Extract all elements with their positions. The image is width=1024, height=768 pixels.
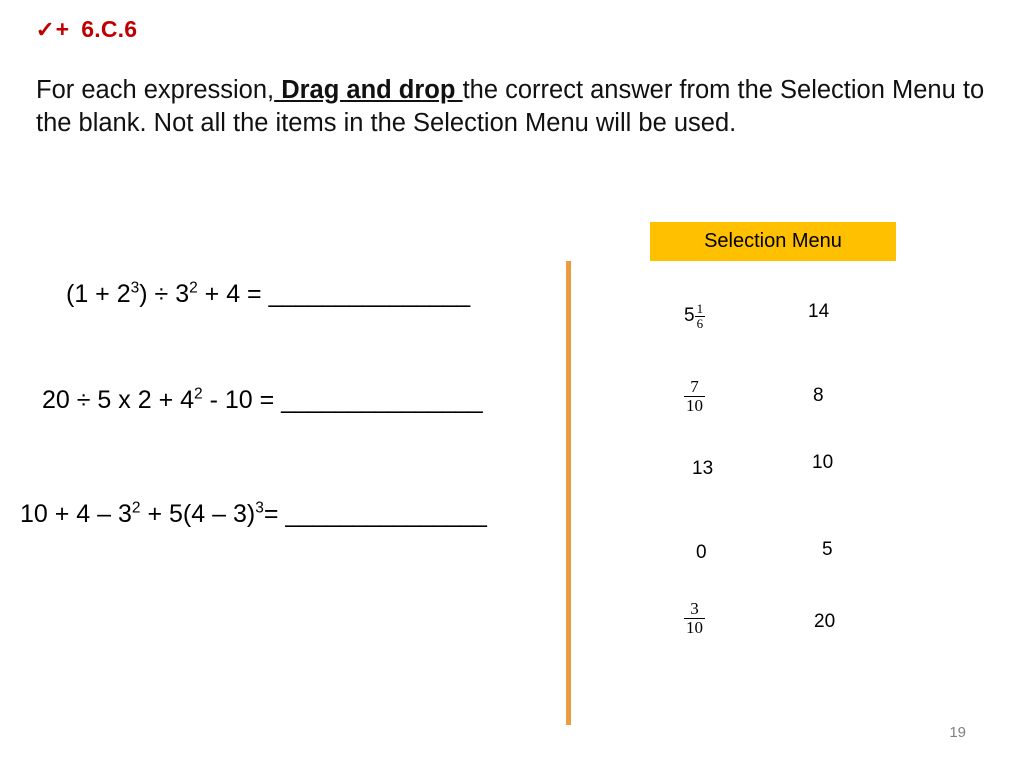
expression-row: (1 + 23) ÷ 32 + 4 = _______________ xyxy=(66,279,470,309)
exponent: 3 xyxy=(130,279,140,297)
selection-menu-item[interactable]: 20 xyxy=(814,611,835,633)
selection-menu-item[interactable]: 8 xyxy=(813,385,824,407)
selection-menu-item[interactable]: 5 xyxy=(822,539,833,561)
fraction-numerator: 3 xyxy=(690,599,699,618)
selection-menu-item-label: 13 xyxy=(692,458,714,479)
expression-lead: (1 + 2 xyxy=(66,280,131,308)
expression-lead: 10 + 4 – 3 xyxy=(20,500,132,528)
expression-mid: + 5(4 – 3) xyxy=(140,500,256,528)
expression-mid: ) ÷ 3 xyxy=(139,280,190,308)
checkmark-icon: ✓ xyxy=(35,17,56,42)
exponent: 2 xyxy=(194,385,203,403)
answer-blank[interactable]: _______________ xyxy=(281,386,483,414)
plus-icon: + xyxy=(55,16,70,42)
answer-blank[interactable]: _______________ xyxy=(285,500,487,528)
instruction-text: For each expression, Drag and drop the c… xyxy=(36,74,1011,140)
standard-code: 6.C.6 xyxy=(81,16,138,42)
page-number: 19 xyxy=(949,724,966,741)
selection-menu-item[interactable]: 516 xyxy=(684,301,706,331)
fraction: 7 10 xyxy=(684,378,705,415)
fraction-denominator: 10 xyxy=(684,617,705,637)
fraction-numerator: 7 xyxy=(690,377,699,396)
expression-tail: + 4 = xyxy=(197,280,269,308)
vertical-divider xyxy=(566,261,571,725)
exponent: 3 xyxy=(255,499,264,517)
expression-tail: = xyxy=(263,500,286,528)
selection-menu-item[interactable]: 7 10 xyxy=(684,378,705,415)
selection-menu-item-label: 5 xyxy=(822,539,833,560)
selection-menu-item-label: 10 xyxy=(812,452,834,473)
selection-menu-item[interactable]: 14 xyxy=(808,301,829,323)
fraction-denominator: 6 xyxy=(694,315,706,331)
selection-menu-item-label: 14 xyxy=(808,301,830,322)
fraction: 3 10 xyxy=(684,600,705,637)
mixed-number-whole: 5 xyxy=(684,305,695,327)
expression-mid: - 10 = xyxy=(202,386,282,414)
fraction-numerator: 1 xyxy=(696,301,704,316)
expression-row: 20 ÷ 5 x 2 + 42 - 10 = _______________ xyxy=(42,385,483,415)
selection-menu-item[interactable]: 10 xyxy=(812,452,833,474)
expression-lead: 20 ÷ 5 x 2 + 4 xyxy=(42,386,195,414)
selection-menu-item[interactable]: 0 xyxy=(696,542,707,564)
fraction: 16 xyxy=(694,301,706,331)
selection-menu-title: Selection Menu xyxy=(704,230,842,252)
instruction-part-1: For each expression, xyxy=(36,75,275,104)
instruction-emphasis: Drag and drop xyxy=(274,75,463,104)
fraction-denominator: 10 xyxy=(684,395,705,415)
selection-menu-items: 5 1 6 14 7 10 8 13 10 0 5 3 10 20 xyxy=(650,275,930,655)
selection-menu-item-label: 0 xyxy=(696,542,707,563)
exponent: 2 xyxy=(131,499,141,517)
answer-blank[interactable]: _______________ xyxy=(269,280,471,308)
selection-menu-item-label: 20 xyxy=(814,611,836,632)
exponent: 2 xyxy=(189,279,198,297)
expression-row: 10 + 4 – 32 + 5(4 – 3)3= _______________ xyxy=(20,499,487,529)
selection-menu-item-label: 8 xyxy=(813,385,824,406)
selection-menu-item[interactable]: 3 10 xyxy=(684,600,705,637)
selection-menu-header: Selection Menu xyxy=(650,222,896,261)
standard-header: ✓+ 6.C.6 xyxy=(35,16,138,43)
selection-menu-item[interactable]: 13 xyxy=(692,458,713,480)
mixed-number: 516 xyxy=(684,301,706,331)
